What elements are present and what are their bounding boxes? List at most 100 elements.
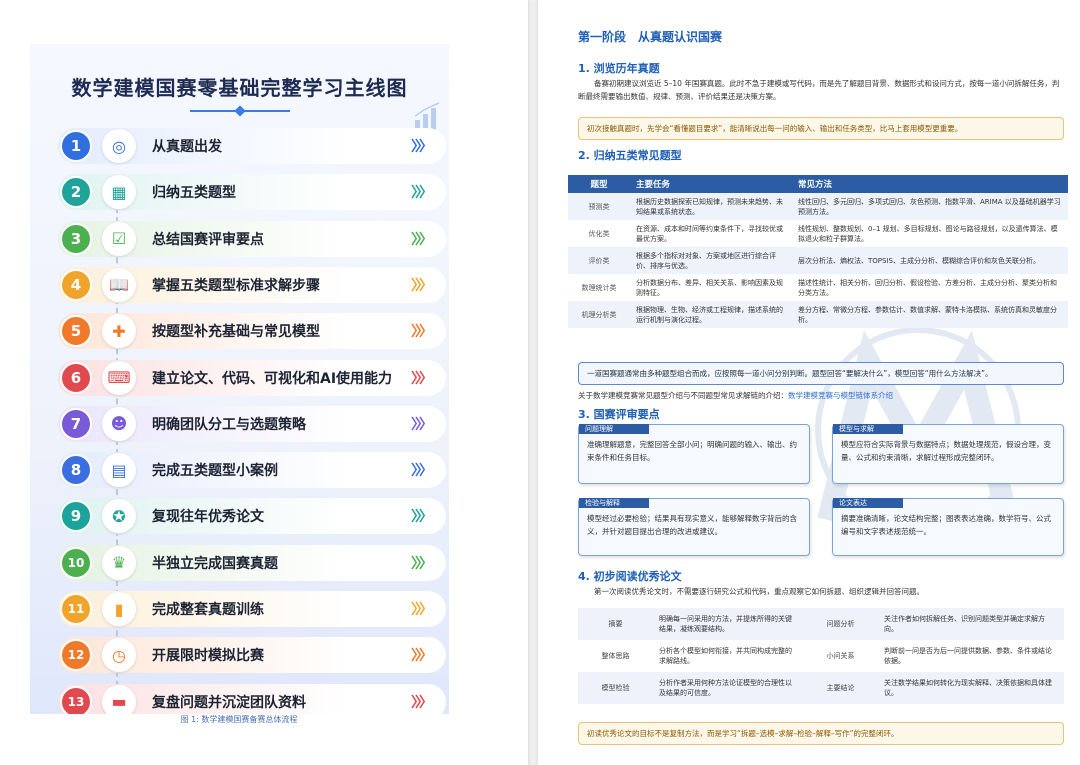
step-label: 总结国赛评审要点	[152, 231, 264, 248]
table-cell: 分析各个模型如何衔接，并共同构成完整的求解路线。	[653, 640, 803, 672]
arrows-icon: 〉〉〉	[411, 139, 433, 155]
arrows-icon: 〉〉〉	[411, 370, 433, 387]
stage-title: 第一阶段 从真题认识国赛	[578, 30, 723, 44]
arrows-icon: 〉〉〉	[411, 509, 433, 526]
clock-icon: ◷	[102, 638, 136, 673]
title-diamond	[234, 105, 246, 117]
table-cell: 模型检验	[578, 672, 653, 704]
review-box-body: 准确理解题意，完整回答全部小问；明确问题的输入、输出、约束条件和任务目标。	[587, 440, 797, 462]
review-box-writing: 论文表达 摘要准确清晰，论文结构完整；图表表达准确，数学符号、公式编号和文字表述…	[832, 498, 1064, 556]
arrows-icon: 〉〉〉	[411, 602, 433, 618]
table-cell: 明确每一问采用的方法，并提炼所得的关键结果，凝练观要结构。	[653, 608, 803, 640]
table-cell: 在资源、成本和时间等约束条件下，寻找较优或最优方案。	[630, 220, 792, 247]
step-label: 归纳五类题型	[152, 185, 236, 202]
section-1-paragraph: 备赛初期建议浏览近 5–10 年国赛真题。此时不急于建模或写代码，而是先了解题目…	[578, 79, 1060, 101]
step-row: 3 ☑ 总结国赛评审要点 〉〉〉	[58, 220, 446, 257]
document-viewer: 数学建模国赛零基础完整学习主线图 1 ◎ 从真题出发 〉〉〉 2 ▦ 归纳五类题型 〉〉〉 3 ☑…	[0, 0, 1080, 765]
figure-caption: 图 1: 数学建模国赛备赛总体流程	[180, 715, 298, 724]
step-row: 13 ▬ 复盘问题并沉淀团队资料 〉〉〉	[58, 683, 446, 714]
table-cell: 数理统计类	[568, 274, 630, 301]
table-row: 模型检验 分析作者采用何种方法论证模型的合理性以及结果的可信度。 主要结论 关注数学结…	[578, 672, 1064, 704]
table-cell: 关注作者如何拆解任务、识别问题类型并确定求解方向。	[878, 608, 1064, 640]
roadmap-poster: 数学建模国赛零基础完整学习主线图 1 ◎ 从真题出发 〉〉〉 2 ▦ 归纳五类题型 〉〉〉 3 ☑…	[30, 44, 449, 714]
table-cell: 根据物理、生物、经济或工程规律，描述系统的运行机制与演化过程。	[630, 301, 792, 328]
table-header: 主要任务	[630, 175, 792, 193]
folder-icon: ▬	[102, 684, 136, 714]
table-row: 机理分析类 根据物理、生物、经济或工程规律，描述系统的运行机制与演化过程。 差分方程…	[568, 301, 1068, 328]
table-cell: 判断前一问是否为后一问提供数据、参数、条件或结论依据。	[878, 640, 1064, 672]
table-cell: 主要结论	[803, 672, 878, 704]
step-number: 8	[60, 454, 92, 487]
review-box-understanding: 问题理解 准确理解题意，完整回答全部小问；明确问题的输入、输出、约束条件和任务目…	[578, 424, 810, 484]
arrows-icon: 〉〉〉	[411, 277, 433, 294]
table-cell: 摘要	[578, 608, 653, 640]
arrows-icon: 〉〉〉	[411, 231, 433, 248]
table-cell: 描述性统计、相关分析、回归分析、假设检验、方差分析、主成分分析、聚类分析和分类方…	[792, 274, 1068, 301]
table-cell: 关注数学结果如何转化为现实解释、决策依据和具体建议。	[878, 672, 1064, 704]
section-4-paragraph: 第一次阅读优秀论文时，不需要逐行研究公式和代码，重点观察它如何拆题、组织逻辑并回…	[594, 587, 924, 596]
table-cell: 小问关系	[803, 640, 878, 672]
team-icon: ☻	[102, 406, 136, 441]
step-row: 5 ✚ 按题型补充基础与常见模型 〉〉〉	[58, 313, 446, 350]
step-number: 1	[60, 130, 92, 162]
step-label: 明确团队分工与选题策略	[152, 416, 306, 433]
step-label: 复现往年优秀论文	[152, 509, 264, 526]
step-number: 7	[60, 407, 92, 440]
table-cell: 线性回归、多元回归、多项式回归、灰色预测、指数平滑、ARIMA 以及基础机器学习…	[792, 193, 1068, 220]
reference-link[interactable]: 数学建模竞赛与模型链体系介绍	[788, 391, 893, 400]
table-cell: 问题分析	[803, 608, 878, 640]
step-row: 2 ▦ 归纳五类题型 〉〉〉	[58, 174, 446, 211]
table-row: 数理统计类 分析数据分布、差异、相关关系、影响因素及规则特征。 描述性统计、相关分析…	[568, 274, 1068, 301]
step-row: 10 ♛ 半独立完成国赛真题 〉〉〉	[58, 544, 446, 581]
section-2-title: 2. 归纳五类常见题型	[578, 149, 682, 162]
table-cell: 分析数据分布、差异、相关关系、影响因素及规则特征。	[630, 274, 792, 301]
review-box-validation: 检验与解释 模型经过必要检验；结果具有现实意义，能够解释数字背后的含义，并针对题…	[578, 498, 810, 556]
step-row: 11 ▮ 完成整套真题训练 〉〉〉	[58, 591, 446, 627]
step-label: 复盘问题并沉淀团队资料	[152, 694, 306, 711]
section-1-tip: 初次接触真题时，先学会“看懂题目要求”，能清晰说出每一问的输入、输出和任务类型，…	[578, 117, 1064, 140]
table-cell: 分析作者采用何种方法论证模型的合理性以及结果的可信度。	[653, 672, 803, 704]
step-label: 开展限时模拟比赛	[152, 648, 264, 665]
step-number: 3	[60, 222, 92, 255]
step-row: 6 ⌨ 建立论文、代码、可视化和AI使用能力 〉〉〉	[58, 359, 446, 396]
arrows-icon: 〉〉〉	[411, 463, 433, 480]
step-label: 完成五类题型小案例	[152, 463, 278, 480]
table-cell: 评价类	[568, 247, 630, 274]
table-cell: 整体思路	[578, 640, 653, 672]
table-cell: 层次分析法、熵权法、TOPSIS、主成分分析、模糊综合评价和灰色关联分析。	[792, 247, 1068, 274]
target-icon: ◎	[102, 129, 136, 163]
step-row: 8 ▤ 完成五类题型小案例 〉〉〉	[58, 452, 446, 489]
arrows-icon: 〉〉〉	[411, 324, 433, 341]
section-1-title: 1. 浏览历年真题	[578, 62, 660, 75]
table-cell: 根据历史数据探索已知规律，预测未来趋势、未知结果或系统状态。	[630, 193, 792, 220]
review-box-head: 检验与解释	[579, 498, 649, 508]
poster-title: 数学建模国赛零基础完整学习主线图	[71, 76, 408, 100]
step-number: 12	[60, 639, 92, 672]
step-number: 13	[60, 685, 92, 714]
bar-chart-icon: ▮	[102, 592, 136, 626]
step-row: 12 ◷ 开展限时模拟比赛 〉〉〉	[58, 637, 446, 674]
table-header: 常见方法	[792, 175, 1068, 193]
step-number: 2	[60, 176, 92, 209]
step-label: 完成整套真题训练	[152, 602, 264, 618]
step-label: 从真题出发	[152, 139, 222, 155]
question-types-table: 题型 主要任务 常见方法 预测类 根据历史数据探索已知规律，预测未来趋势、未知结果…	[568, 175, 1068, 328]
review-box-head: 问题理解	[579, 424, 649, 434]
step-row: 4 📖 掌握五类题型标准求解步骤 〉〉〉	[58, 266, 446, 303]
table-cell: 预测类	[568, 193, 630, 220]
step-label: 按题型补充基础与常见模型	[152, 324, 320, 341]
step-number: 10	[60, 546, 92, 579]
review-box-head: 模型与求解	[833, 424, 903, 434]
table-row: 摘要 明确每一问采用的方法，并提炼所得的关键结果，凝练观要结构。 问题分析 关注作者如…	[578, 608, 1064, 640]
page-left: 数学建模国赛零基础完整学习主线图 1 ◎ 从真题出发 〉〉〉 2 ▦ 归纳五类题型 〉〉〉 3 ☑…	[0, 0, 528, 765]
step-label: 建立论文、代码、可视化和AI使用能力	[152, 370, 393, 387]
table-row: 整体思路 分析各个模型如何衔接，并共同构成完整的求解路线。 小问关系 判断前一问是否为…	[578, 640, 1064, 672]
arrows-icon: 〉〉〉	[411, 555, 433, 572]
table-cell: 机理分析类	[568, 301, 630, 328]
section-4-tip: 初读优秀论文的目标不是复制方法，而是学习“拆题–选模–求解–检验–解释–写作”的…	[578, 722, 1064, 745]
book-icon: 📖	[102, 267, 136, 302]
award-icon: ✪	[102, 499, 136, 534]
code-window-icon: ⌨	[102, 360, 136, 395]
page-right: 第一阶段 从真题认识国赛 1. 浏览历年真题 备赛初期建议浏览近 5–10 年国…	[538, 0, 1080, 765]
step-number: 9	[60, 500, 92, 533]
